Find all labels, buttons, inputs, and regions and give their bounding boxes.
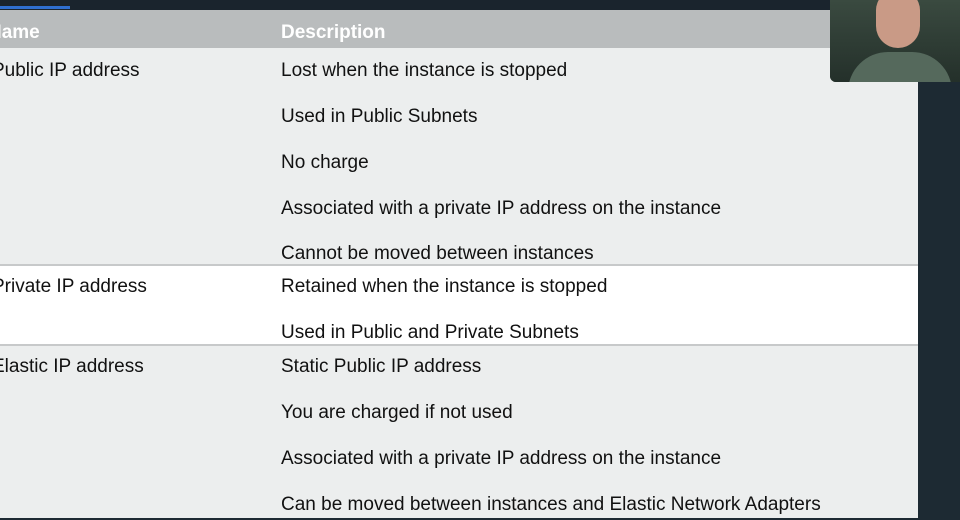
- row-name: Elastic IP address: [0, 356, 144, 377]
- row-description-line: You are charged if not used: [281, 402, 513, 423]
- header-description: Description: [281, 22, 386, 43]
- row-description-line: Used in Public and Private Subnets: [281, 322, 579, 343]
- row-description-line: Retained when the instance is stopped: [281, 276, 608, 297]
- row-description-line: Associated with a private IP address on …: [281, 198, 722, 219]
- row-description-line: Lost when the instance is stopped: [281, 60, 568, 81]
- top-bar-accent: [0, 6, 70, 9]
- presenter-webcam-thumbnail: [830, 0, 960, 82]
- screen: Name Description Public IP address Lost …: [0, 0, 960, 520]
- row-description-line: Used in Public Subnets: [281, 106, 478, 127]
- table-row-private-ip: Private IP address Retained when the ins…: [0, 266, 918, 344]
- row-name: Private IP address: [0, 276, 147, 297]
- table-header: Name Description: [0, 10, 918, 48]
- row-description-line: No charge: [281, 152, 369, 173]
- header-name: Name: [0, 22, 40, 43]
- top-bar: [0, 0, 960, 10]
- slide-table: Name Description Public IP address Lost …: [0, 10, 918, 518]
- row-name: Public IP address: [0, 60, 140, 81]
- table-row-public-ip: Public IP address Lost when the instance…: [0, 48, 918, 264]
- row-description-line: Static Public IP address: [281, 356, 482, 377]
- row-description-line: Cannot be moved between instances: [281, 243, 594, 264]
- row-description-line: Can be moved between instances and Elast…: [281, 494, 821, 515]
- presenter-head: [876, 0, 920, 48]
- table-row-elastic-ip: Elastic IP address Static Public IP addr…: [0, 346, 918, 518]
- row-description-line: Associated with a private IP address on …: [281, 448, 722, 469]
